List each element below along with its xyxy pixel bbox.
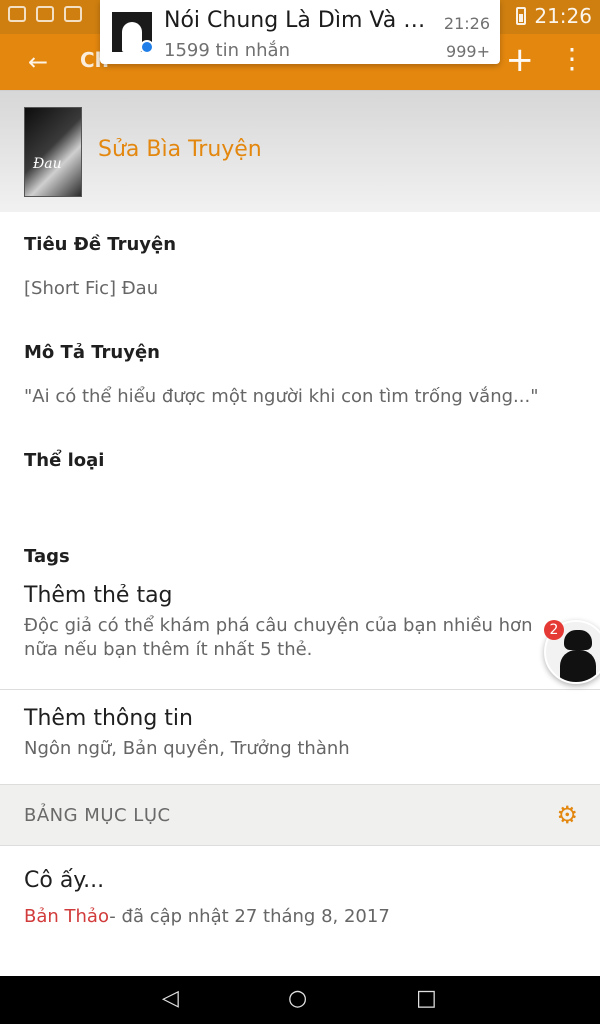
messenger-icon	[140, 40, 152, 52]
nav-recents-icon[interactable]: □	[416, 986, 437, 1011]
story-description-label: Mô Tả Truyện	[24, 342, 160, 363]
add-tags-title[interactable]: Thêm thẻ tag	[24, 583, 576, 608]
heads-up-notification[interactable]: Nói Chung Là Dìm Và Kh.. 1599 tin nhắn 2…	[100, 0, 500, 64]
notification-subtitle: 1599 tin nhắn	[164, 40, 290, 61]
add-info-subtitle: Ngôn ngữ, Bản quyền, Trưởng thành	[24, 738, 350, 759]
story-cover-image[interactable]: Đau	[24, 107, 82, 197]
table-of-contents-header: BẢNG MỤC LỤC ⚙	[0, 784, 600, 846]
story-title-field[interactable]: Tiêu Đề Truyện [Short Fic] Đau	[0, 212, 600, 301]
cover-image-text: Đau	[33, 156, 62, 172]
part-meta: Bản Thảo- đã cập nhật 27 tháng 8, 2017	[24, 906, 390, 927]
tags-label: Tags	[24, 546, 70, 567]
status-icons-right: 21:26	[516, 4, 592, 28]
chat-head-avatar-head	[564, 630, 592, 650]
edit-cover-label[interactable]: Sửa Bìa Truyện	[98, 137, 262, 162]
status-icons-left	[8, 6, 82, 22]
part-title[interactable]: Cô ấy...	[24, 868, 104, 893]
story-title-value[interactable]: [Short Fic] Đau	[24, 277, 576, 301]
add-tags-subtitle: Độc giả có thể khám phá câu chuyện của b…	[24, 615, 533, 660]
notification-avatar	[112, 12, 152, 52]
gear-icon[interactable]: ⚙	[556, 801, 578, 829]
plus-icon[interactable]: +	[506, 40, 535, 80]
battery-icon	[516, 7, 527, 25]
table-of-contents-label: BẢNG MỤC LỤC	[24, 805, 171, 826]
story-description-value[interactable]: "Ai có thể hiểu được một người khi con t…	[24, 385, 576, 409]
story-title-label: Tiêu Đề Truyện	[24, 234, 177, 255]
story-description-field[interactable]: Mô Tả Truyện "Ai có thể hiểu được một ng…	[0, 320, 600, 409]
chat-head-avatar-body	[560, 650, 596, 682]
tags-field[interactable]: Tags Thêm thẻ tag Độc giả có thể khám ph…	[0, 524, 600, 662]
overflow-menu-icon[interactable]: ⋮	[558, 42, 586, 76]
avatar-figure	[122, 22, 142, 52]
notification-count: 999+	[446, 42, 490, 61]
part-updated-text: - đã cập nhật 27 tháng 8, 2017	[109, 906, 390, 927]
messenger-status-icon	[8, 6, 26, 22]
system-nav-bar: ◁ ○ □	[0, 976, 600, 1024]
image-status-icon	[36, 6, 54, 22]
edit-cover-section[interactable]: Đau Sửa Bìa Truyện	[0, 90, 600, 212]
draft-status: Bản Thảo	[24, 906, 110, 927]
status-time: 21:26	[534, 4, 592, 28]
genre-label: Thể loại	[24, 450, 105, 471]
chat-head-badge: 2	[544, 620, 564, 640]
nav-back-icon[interactable]: ◁	[162, 986, 179, 1011]
notification-time: 21:26	[443, 14, 490, 33]
back-arrow-icon[interactable]: ←	[28, 46, 48, 78]
add-info-row[interactable]: Thêm thông tin Ngôn ngữ, Bản quyền, Trưở…	[0, 690, 600, 761]
nav-home-icon[interactable]: ○	[288, 986, 307, 1011]
notification-title: Nói Chung Là Dìm Và Kh..	[164, 8, 434, 33]
add-info-title[interactable]: Thêm thông tin	[24, 706, 576, 731]
wattpad-status-icon	[64, 6, 82, 22]
genre-field[interactable]: Thể loại	[0, 428, 600, 471]
